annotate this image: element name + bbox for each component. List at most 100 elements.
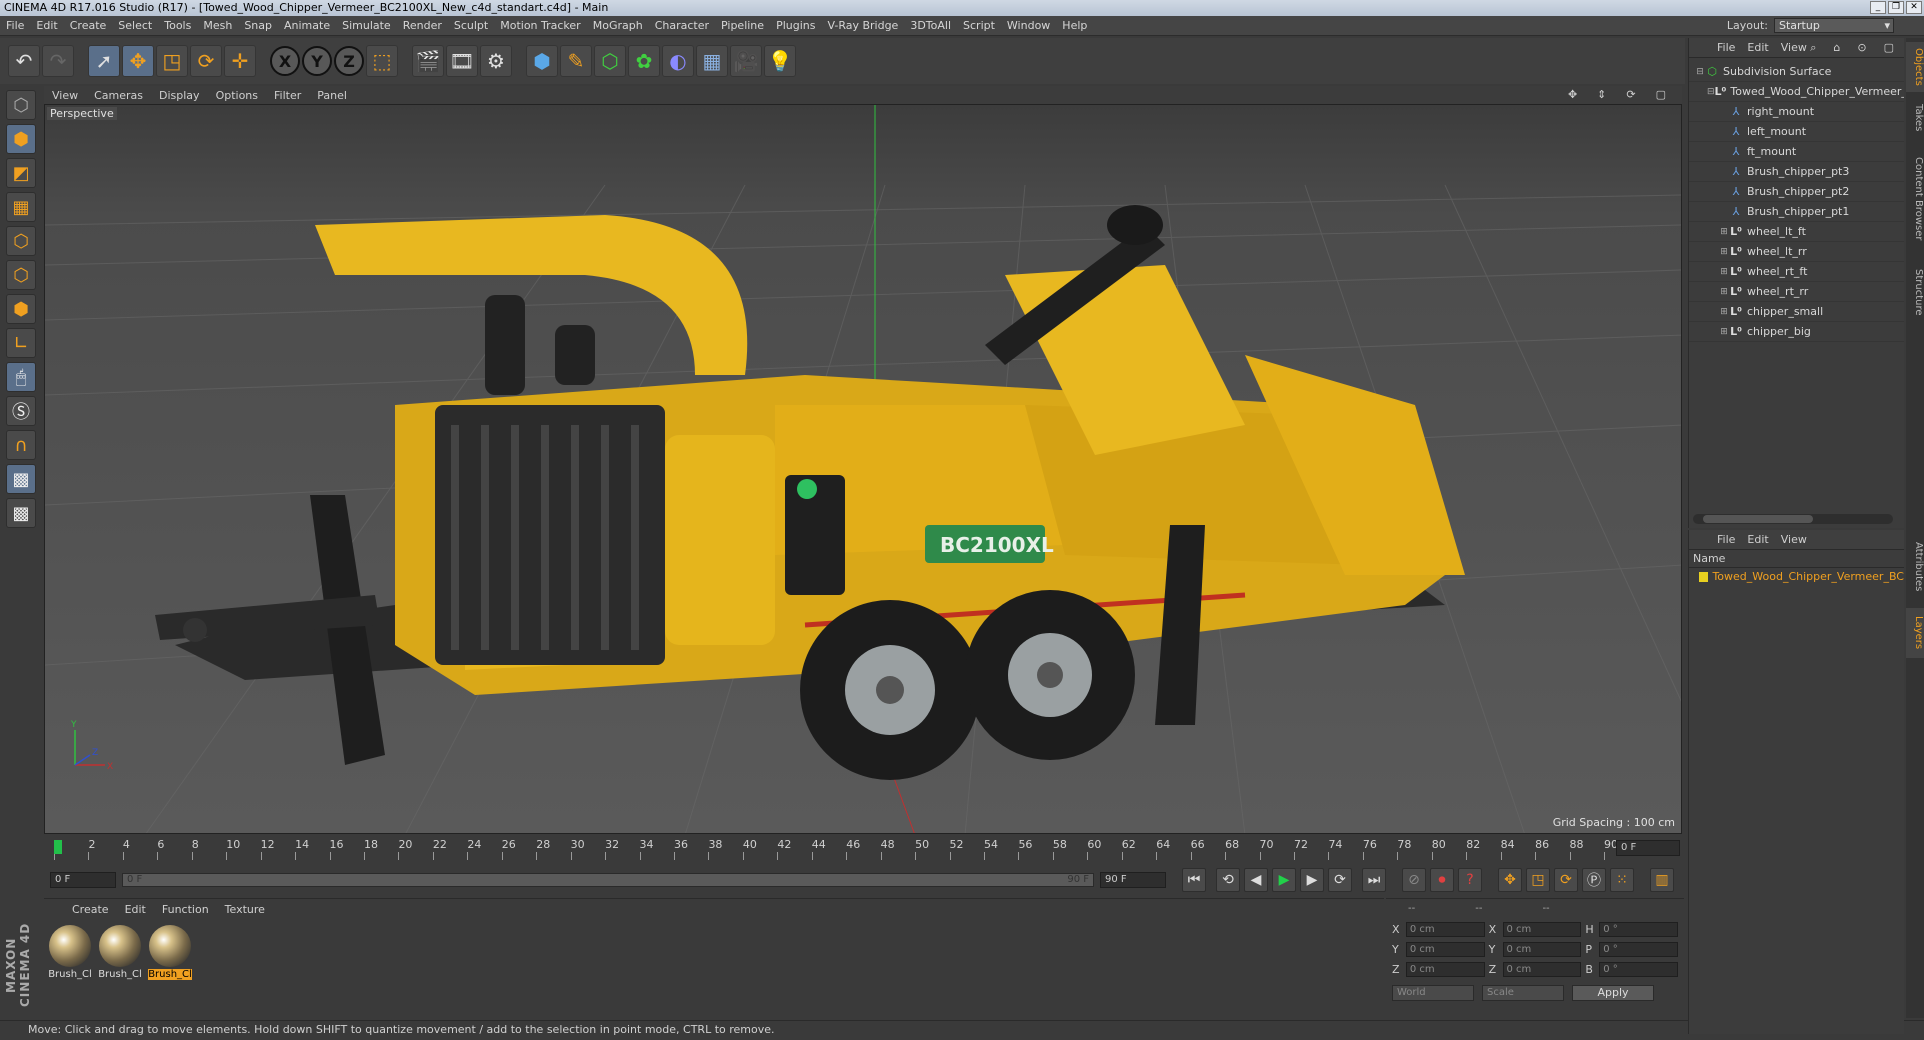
expand-icon[interactable]: ⊞ <box>1719 282 1729 301</box>
polygons-mode-icon[interactable]: ⬢ <box>6 294 36 324</box>
cube-primitive-icon[interactable]: ⬢ <box>526 45 558 77</box>
make-editable-icon[interactable]: ⬡ <box>6 90 36 120</box>
render-picture-viewer-icon[interactable]: 🎞 <box>446 45 478 77</box>
timeline-ruler[interactable]: 0246810121416182022242628303234363840424… <box>44 836 1684 862</box>
key-pla-icon[interactable]: ⁙ <box>1610 868 1634 892</box>
previous-frame-icon[interactable]: ◀ <box>1244 868 1268 892</box>
viewport-camera-label[interactable]: Perspective <box>47 107 117 120</box>
subdivision-surface-icon[interactable]: ⬡ <box>594 45 626 77</box>
menu-mograph[interactable]: MoGraph <box>587 19 649 32</box>
scale-tool-icon[interactable]: ◳ <box>156 45 188 77</box>
rotation-h-field[interactable]: 0 ° <box>1599 921 1679 937</box>
magnet-icon[interactable]: ∩ <box>6 430 36 460</box>
menu-pipeline[interactable]: Pipeline <box>715 19 770 32</box>
menu-render[interactable]: Render <box>397 19 448 32</box>
position-y-field[interactable]: 0 cm <box>1405 941 1485 957</box>
rotation-b-field[interactable]: 0 ° <box>1599 961 1679 977</box>
redo-icon[interactable]: ↷ <box>42 45 74 77</box>
om-new-window-icon[interactable]: ▢ <box>1878 41 1900 55</box>
menu-create[interactable]: Create <box>64 19 113 32</box>
model-mode-icon[interactable]: ⬢ <box>6 124 36 154</box>
perspective-viewport[interactable]: BC2100XL Y X Z Perspective Grid Spacing … <box>44 104 1682 834</box>
tree-item[interactable]: ⊞ L⁰ wheel_lt_rr <box>1689 242 1904 262</box>
timeline-playhead[interactable] <box>54 840 62 854</box>
key-rotation-icon[interactable]: ⟳ <box>1554 868 1578 892</box>
collapse-icon[interactable]: ⊟ <box>1707 82 1715 101</box>
snap-icon[interactable]: Ⓢ <box>6 396 36 426</box>
expand-icon[interactable]: ⊞ <box>1719 322 1729 341</box>
tab-objects[interactable]: Objects <box>1906 42 1924 92</box>
size-y-field[interactable]: 0 cm <box>1502 941 1582 957</box>
layout-select[interactable]: Startup <box>1774 18 1894 33</box>
size-mode-select[interactable]: Scale <box>1482 985 1564 1001</box>
go-to-end-icon[interactable]: ⏭ <box>1362 868 1386 892</box>
om-home-icon[interactable]: ⌂ <box>1827 41 1846 55</box>
undo-icon[interactable]: ↶ <box>8 45 40 77</box>
end-frame-field[interactable]: 90 F <box>1100 872 1166 888</box>
om-menu-file[interactable]: File <box>1711 41 1741 54</box>
expand-icon[interactable]: ⊞ <box>1719 242 1729 261</box>
position-x-field[interactable]: 0 cm <box>1405 921 1485 937</box>
frame-range-slider[interactable]: 0 F 90 F <box>122 873 1094 887</box>
lm-menu-view[interactable]: View <box>1775 533 1813 546</box>
tab-structure[interactable]: Structure <box>1906 260 1924 324</box>
lm-menu-file[interactable]: File <box>1711 533 1741 546</box>
menu-character[interactable]: Character <box>649 19 715 32</box>
menu-edit[interactable]: Edit <box>30 19 63 32</box>
menu-vray-bridge[interactable]: V-Ray Bridge <box>821 19 904 32</box>
light-icon[interactable]: 💡 <box>764 45 796 77</box>
floor-icon[interactable]: ▦ <box>696 45 728 77</box>
menu-script[interactable]: Script <box>957 19 1001 32</box>
menu-simulate[interactable]: Simulate <box>336 19 397 32</box>
key-position-icon[interactable]: ✥ <box>1498 868 1522 892</box>
om-link-icon[interactable]: ⊙ <box>1851 41 1872 55</box>
tree-item[interactable]: ⊞ L⁰ wheel_rt_rr <box>1689 282 1904 302</box>
move-tool-icon[interactable]: ✥ <box>122 45 154 77</box>
material-menu-function[interactable]: Function <box>154 903 217 916</box>
tab-attributes[interactable]: Attributes <box>1906 532 1924 602</box>
record-keys-icon[interactable]: ⏺ <box>1430 868 1454 892</box>
previous-key-icon[interactable]: ⟲ <box>1216 868 1240 892</box>
viewport-toggle-icon[interactable]: ▢ <box>1648 88 1674 101</box>
texture-mode-icon[interactable]: ◩ <box>6 158 36 188</box>
tweak-mode-icon[interactable]: 🖱 <box>6 362 36 392</box>
menu-motion-tracker[interactable]: Motion Tracker <box>494 19 586 32</box>
rotation-p-field[interactable]: 0 ° <box>1599 941 1679 957</box>
menu-window[interactable]: Window <box>1001 19 1056 32</box>
key-scale-icon[interactable]: ◳ <box>1526 868 1550 892</box>
rotate-tool-icon[interactable]: ⟳ <box>190 45 222 77</box>
viewport-pan-icon[interactable]: ✥ <box>1560 88 1585 101</box>
x-axis-lock-icon[interactable]: X <box>270 46 300 76</box>
tree-item[interactable]: ⅄ ft_mount <box>1689 142 1904 162</box>
material-menu-edit[interactable]: Edit <box>117 903 154 916</box>
locked-workplane-icon[interactable]: ▩ <box>6 464 36 494</box>
tab-content-browser[interactable]: Content Browser <box>1906 144 1924 254</box>
timeline-window-icon[interactable]: ▥ <box>1650 868 1674 892</box>
axis-mode-icon[interactable]: ∟ <box>6 328 36 358</box>
size-z-field[interactable]: 0 cm <box>1502 961 1582 977</box>
tree-item[interactable]: ⊞ L⁰ wheel_rt_ft <box>1689 262 1904 282</box>
tree-item[interactable]: ⊞ L⁰ chipper_big <box>1689 322 1904 342</box>
tree-item[interactable]: ⅄ right_mount <box>1689 102 1904 122</box>
viewport-menu-options[interactable]: Options <box>208 89 266 102</box>
y-axis-lock-icon[interactable]: Y <box>302 46 332 76</box>
tree-item[interactable]: ⊞ L⁰ wheel_lt_ft <box>1689 222 1904 242</box>
tab-takes[interactable]: Takes <box>1906 98 1924 138</box>
viewport-zoom-icon[interactable]: ⇕ <box>1589 88 1614 101</box>
layer-row[interactable]: Towed_Wood_Chipper_Vermeer_BC <box>1689 568 1904 586</box>
next-frame-icon[interactable]: ▶ <box>1300 868 1324 892</box>
workplane-mode-icon[interactable]: ▦ <box>6 192 36 222</box>
menu-tools[interactable]: Tools <box>158 19 197 32</box>
start-frame-field[interactable]: 0 F <box>50 872 116 888</box>
menu-snap[interactable]: Snap <box>238 19 278 32</box>
current-frame-field[interactable]: 0 F <box>1616 840 1680 856</box>
tree-item[interactable]: ⊟ L⁰ Towed_Wood_Chipper_Vermeer_B <box>1689 82 1904 102</box>
tree-item[interactable]: ⊟ ⬡ Subdivision Surface <box>1689 62 1904 82</box>
menu-file[interactable]: File <box>0 19 30 32</box>
edges-mode-icon[interactable]: ⬡ <box>6 260 36 290</box>
viewport-rotate-icon[interactable]: ⟳ <box>1618 88 1643 101</box>
render-view-icon[interactable]: 🎬 <box>412 45 444 77</box>
close-button[interactable]: ✕ <box>1906 1 1922 14</box>
tree-item[interactable]: ⅄ left_mount <box>1689 122 1904 142</box>
coordinate-system-icon[interactable]: ⬚ <box>366 45 398 77</box>
